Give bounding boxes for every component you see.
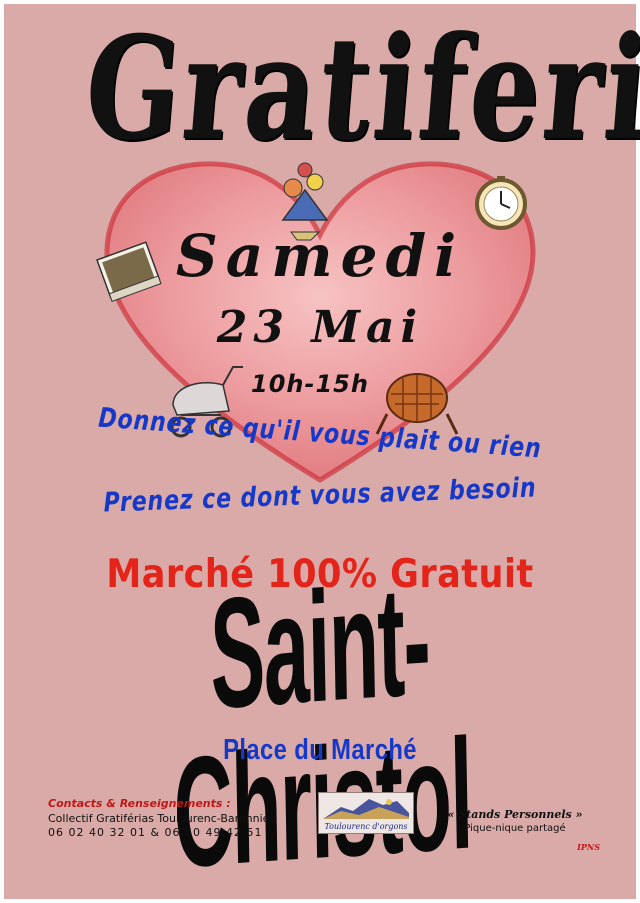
contacts-organisation: Collectif Gratiférias Toulourenc-Baronni… (48, 812, 276, 825)
event-hours: 10h-15h (251, 370, 369, 398)
logo-mountain-icon (323, 799, 409, 819)
stands-subtext: Pique-nique partagé (464, 823, 566, 834)
stands-label: « Stands Personnels » (447, 808, 583, 821)
poster: Gratiferia Samedi 23 Mai 10h-15h Donnez … (0, 0, 640, 903)
event-date: 23 Mai (216, 302, 424, 353)
collective-logo: Toulourenc d'orgons (318, 792, 414, 834)
contacts-block: Contacts & Renseignements : Collectif Gr… (48, 797, 308, 840)
ipns-mark: IPNS (577, 842, 600, 852)
event-title: Gratiferia (79, 6, 640, 172)
town-name: Saint-Christol (172, 551, 473, 900)
event-day: Samedi (175, 222, 465, 290)
stands-block: « Stands Personnels » Pique-nique partag… (430, 808, 600, 834)
contacts-phones: 06 02 40 32 01 & 06 60 49 42 51 (48, 826, 263, 839)
venue-name: Place du Marché (223, 734, 417, 766)
logo-caption: Toulourenc d'orgons (324, 822, 408, 831)
contacts-label: Contacts & Renseignements : (48, 797, 231, 810)
